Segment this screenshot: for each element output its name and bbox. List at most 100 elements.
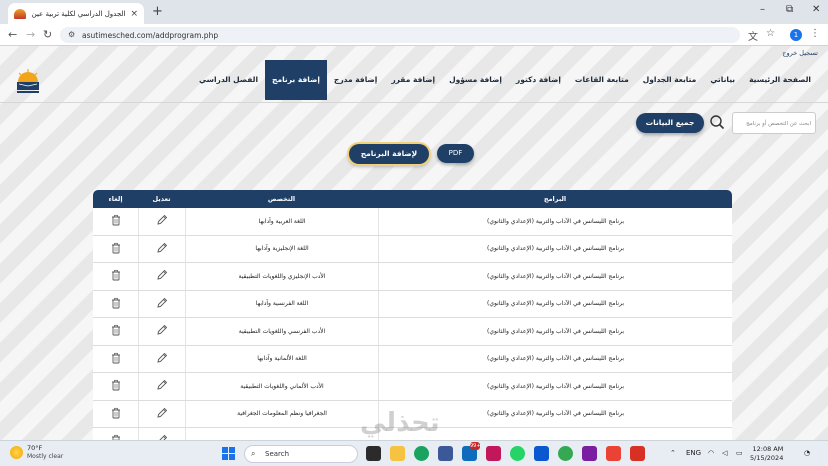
taskbar-search[interactable]: ⌕ Search	[244, 445, 358, 463]
program-cell: برنامج الليسانس في الآداب والتربية (الإع…	[378, 290, 732, 317]
nav-item-8[interactable]: إضافة برنامج	[265, 60, 327, 100]
bookmark-star-icon[interactable]: ☆	[766, 28, 775, 39]
notification-icon[interactable]: ◔	[804, 449, 810, 457]
delete-button[interactable]	[93, 318, 138, 345]
delete-button[interactable]	[93, 291, 138, 318]
mail-badge: 99+	[470, 442, 481, 450]
delete-button[interactable]	[93, 236, 138, 263]
table-body: اللغة العربية وآدابها برنامج الليسانس في …	[93, 208, 732, 440]
edit-button[interactable]	[138, 235, 185, 262]
delete-button[interactable]	[93, 401, 138, 428]
delete-button[interactable]	[93, 373, 138, 400]
watermark-text: تحذلي	[360, 408, 440, 438]
weather-widget[interactable]: 70°F Mostly clear	[10, 444, 63, 460]
program-cell: برنامج الليسانس في الآداب والتربية (الإع…	[378, 318, 732, 345]
pencil-icon[interactable]	[156, 379, 168, 393]
nav-item-9[interactable]: الفصل الدراسي	[192, 60, 265, 100]
trash-icon[interactable]	[110, 379, 122, 393]
volume-icon[interactable]: ◁	[722, 449, 727, 457]
site-info-icon[interactable]: ⚙	[68, 30, 75, 39]
pencil-icon[interactable]	[156, 214, 168, 228]
clock-date: 5/15/2024	[750, 454, 784, 462]
wifi-icon[interactable]: ◠	[708, 449, 714, 457]
app-icon-6[interactable]	[630, 446, 645, 461]
trash-icon[interactable]	[110, 434, 122, 440]
trash-icon[interactable]	[110, 242, 122, 256]
nav-item-1[interactable]: بياناتي	[703, 60, 742, 100]
windows-taskbar: 70°F Mostly clear ⌕ Search 99+ ⌃ ENG ◠ ◁…	[0, 440, 828, 466]
pencil-icon[interactable]	[156, 407, 168, 421]
tab-close-button[interactable]: ×	[130, 9, 138, 19]
edit-button[interactable]	[138, 400, 185, 427]
pencil-icon[interactable]	[156, 269, 168, 283]
pdf-button[interactable]: PDF	[437, 144, 474, 163]
table-row: اللغة العربية وآدابها برنامج الليسانس في …	[93, 208, 732, 236]
nav-item-5[interactable]: إضافة مسؤول	[442, 60, 509, 100]
edit-button[interactable]	[138, 373, 185, 400]
reload-icon[interactable]: ↻	[43, 28, 52, 41]
all-data-button[interactable]: جميع البيانات	[636, 113, 704, 133]
delete-button[interactable]	[93, 346, 138, 373]
window-minimize-button[interactable]: –	[760, 4, 765, 15]
trash-icon[interactable]	[110, 352, 122, 366]
window-close-button[interactable]: ✕	[812, 4, 820, 15]
tray-lang[interactable]: ENG	[686, 449, 701, 457]
trash-icon[interactable]	[110, 324, 122, 338]
translate-icon[interactable]: 文	[748, 28, 758, 43]
edit-button[interactable]	[138, 208, 185, 235]
taskbar-clock[interactable]: 12:08 AM 5/15/2024	[750, 445, 783, 463]
page-content: تسجيل خروج الصفحة الرئيسية بياناتي متابعة …	[0, 46, 828, 440]
delete-button[interactable]	[93, 208, 138, 235]
nav-item-4[interactable]: إضافة دكتور	[509, 60, 568, 100]
windows-start-icon[interactable]	[222, 447, 235, 460]
trash-icon[interactable]	[110, 407, 122, 421]
browser-menu-icon[interactable]: ⋮	[810, 28, 820, 39]
edit-button[interactable]	[138, 263, 185, 290]
whatsapp-icon[interactable]	[510, 446, 525, 461]
app-icon-1[interactable]	[438, 446, 453, 461]
edit-button[interactable]	[138, 428, 185, 440]
nav-item-7[interactable]: إضافة مدرج	[327, 60, 384, 100]
nav-item-0[interactable]: الصفحة الرئيسية	[742, 60, 818, 100]
profile-avatar[interactable]: 1	[790, 29, 802, 41]
pencil-icon[interactable]	[156, 242, 168, 256]
program-cell: برنامج الليسانس في الآداب والتربية (الإع…	[378, 263, 732, 290]
url-field[interactable]: ⚙ asutimesched.com/addprogram.php	[60, 27, 740, 43]
new-tab-button[interactable]: +	[152, 4, 163, 19]
trash-icon[interactable]	[110, 214, 122, 228]
forward-arrow-icon[interactable]: →	[26, 28, 35, 41]
app-icon-2[interactable]	[486, 446, 501, 461]
app-icon-4[interactable]	[582, 446, 597, 461]
pencil-icon[interactable]	[156, 352, 168, 366]
app-icon-3[interactable]	[534, 446, 549, 461]
program-cell: برنامج الليسانس في الآداب والتربية (الإع…	[378, 235, 732, 262]
app-icon-5[interactable]	[606, 446, 621, 461]
file-explorer-icon[interactable]	[390, 446, 405, 461]
nav-item-6[interactable]: إضافة مقرر	[384, 60, 442, 100]
pencil-icon[interactable]	[156, 434, 168, 440]
nav-item-2[interactable]: متابعة الجداول	[636, 60, 704, 100]
add-program-button[interactable]: لإضافة البرنامج	[349, 144, 429, 164]
trash-icon[interactable]	[110, 297, 122, 311]
battery-icon[interactable]: ▭	[736, 449, 743, 457]
nav-item-3[interactable]: متابعة القاعات	[568, 60, 636, 100]
pencil-icon[interactable]	[156, 324, 168, 338]
delete-button[interactable]	[93, 428, 138, 440]
back-arrow-icon[interactable]: ←	[8, 28, 17, 41]
chrome-icon[interactable]	[558, 446, 573, 461]
trash-icon[interactable]	[110, 269, 122, 283]
edge-browser-icon[interactable]	[414, 446, 429, 461]
edit-button[interactable]	[138, 345, 185, 372]
delete-button[interactable]	[93, 263, 138, 290]
logout-link[interactable]: تسجيل خروج	[782, 49, 818, 57]
pencil-icon[interactable]	[156, 297, 168, 311]
search-icon[interactable]	[708, 113, 726, 131]
edit-button[interactable]	[138, 290, 185, 317]
browser-tab[interactable]: الجدول الدراسي لكلية تربية عين ش ×	[8, 3, 144, 24]
tab-title: الجدول الدراسي لكلية تربية عين ش	[31, 9, 126, 18]
task-view-icon[interactable]	[366, 446, 381, 461]
tray-chevron-icon[interactable]: ⌃	[670, 449, 676, 457]
edit-button[interactable]	[138, 318, 185, 345]
search-input[interactable]: ابحث عن التخصص أو برنامج	[732, 112, 816, 134]
window-maximize-button[interactable]: ⧉	[786, 4, 793, 15]
